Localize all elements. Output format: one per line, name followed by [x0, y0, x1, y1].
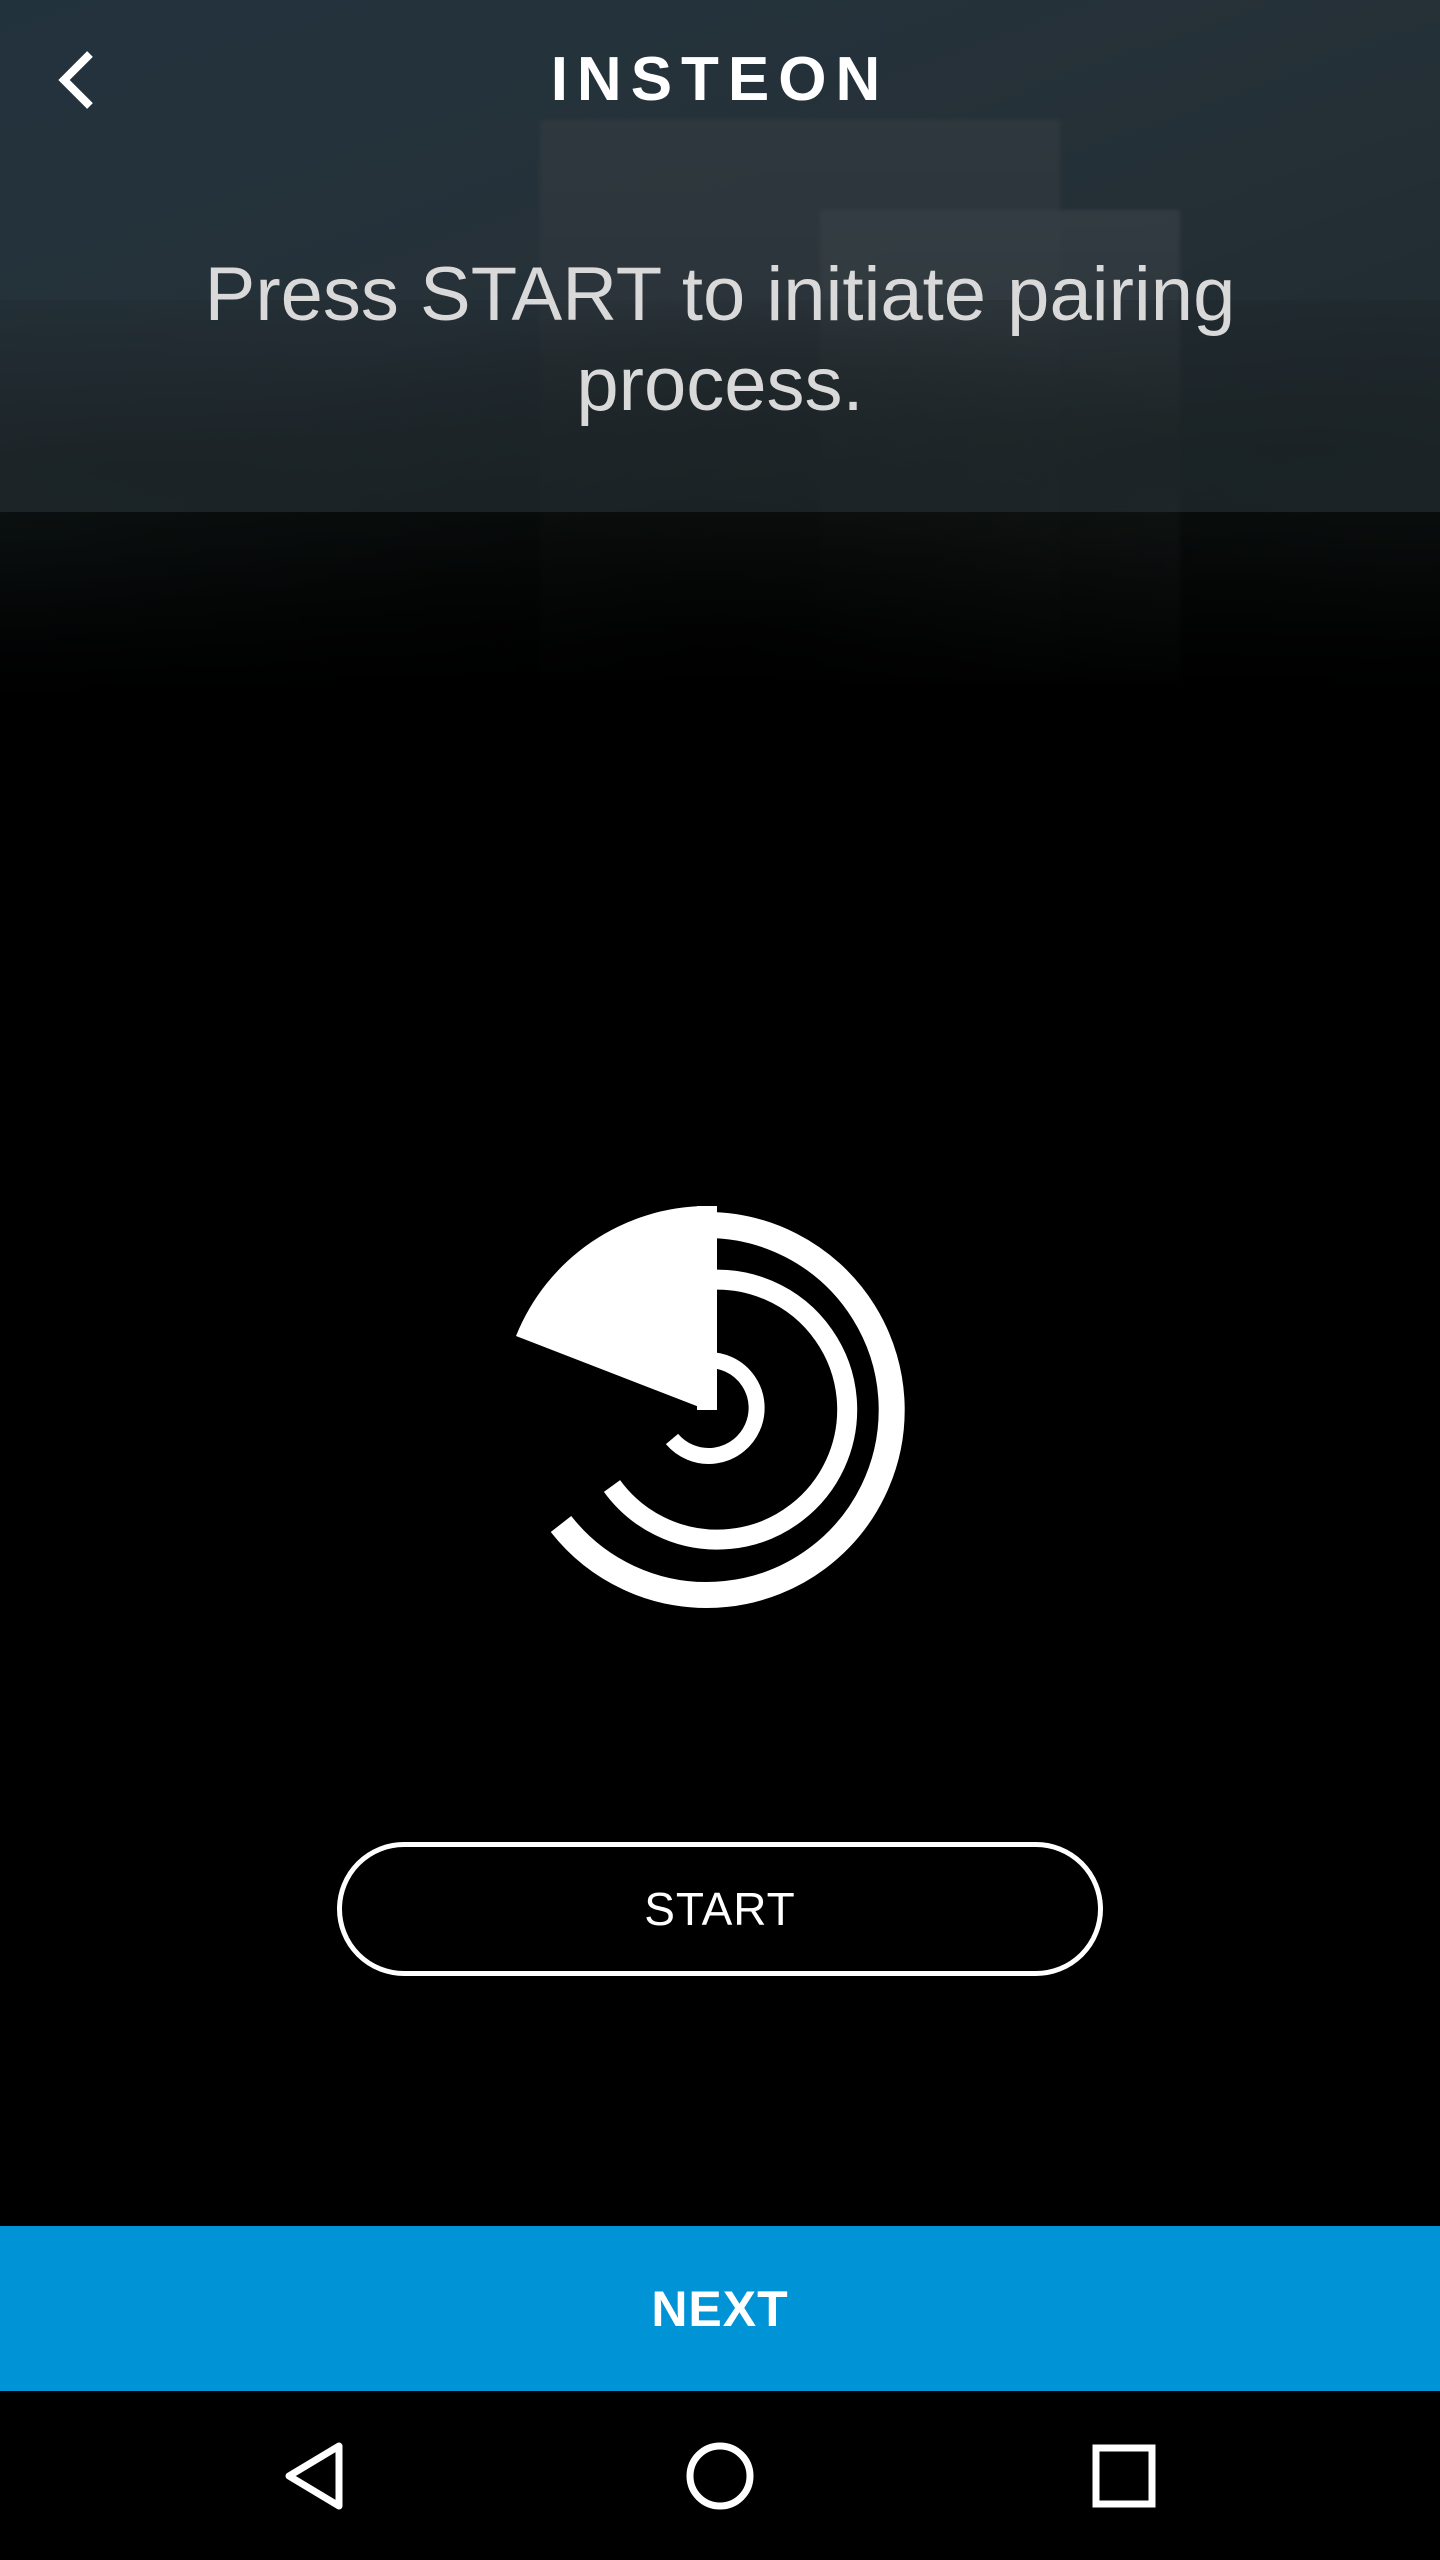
top-bar: INSTEON: [0, 0, 1440, 160]
start-button[interactable]: START: [337, 1842, 1103, 1976]
nav-home-button[interactable]: [640, 2391, 800, 2560]
pairing-radar-icon: [516, 1206, 905, 1608]
nav-recents-button[interactable]: [1044, 2391, 1204, 2560]
radar-divider: [697, 1206, 717, 1410]
nav-home-icon: [686, 2442, 754, 2509]
nav-recents-icon: [1092, 2444, 1156, 2507]
app-title: INSTEON: [550, 45, 890, 114]
nav-back-icon: [285, 2442, 343, 2509]
instruction-text: Press START to initiate pairing process.: [204, 252, 1236, 427]
nav-back-button[interactable]: [236, 2391, 396, 2560]
header-fade: [0, 512, 1440, 720]
system-navigation-bar: [0, 2391, 1440, 2560]
next-button[interactable]: NEXT: [0, 2226, 1440, 2391]
radar-sector: [516, 1206, 707, 1410]
